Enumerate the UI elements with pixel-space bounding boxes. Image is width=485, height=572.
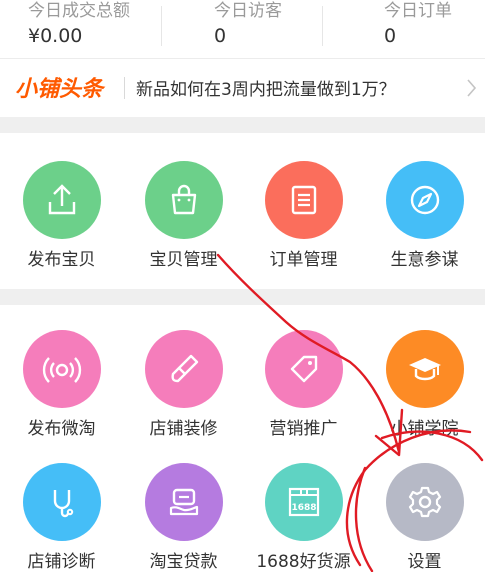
tool-label: 营销推广 (269, 419, 338, 439)
stat-separator (161, 6, 162, 46)
bag-icon[interactable] (145, 161, 223, 239)
stat-sales-label: 今日成交总额 (28, 1, 130, 21)
section-gap (0, 117, 485, 133)
svg-text:1688: 1688 (291, 503, 316, 513)
compass-icon[interactable] (386, 161, 464, 239)
upload-icon[interactable] (23, 161, 101, 239)
tag-icon[interactable] (265, 330, 343, 408)
order-list-icon[interactable] (265, 161, 343, 239)
tool-label: 淘宝贷款 (149, 552, 218, 572)
tool-label: 小铺学院 (390, 419, 459, 439)
chevron-right-icon[interactable] (464, 77, 478, 99)
graduation-cap-icon[interactable] (386, 330, 464, 408)
broadcast-icon[interactable] (23, 330, 101, 408)
gear-icon[interactable] (386, 463, 464, 541)
loan-hand-icon[interactable] (145, 463, 223, 541)
tool-label: 发布宝贝 (27, 250, 96, 270)
stat-orders-value: 0 (384, 25, 397, 47)
tool-label: 生意参谋 (390, 250, 459, 270)
tool-label: 订单管理 (269, 250, 338, 270)
stat-orders-label: 今日订单 (384, 1, 452, 21)
stethoscope-icon[interactable] (23, 463, 101, 541)
news-ticker[interactable]: 小铺头条 新品如何在3周内把流量做到1万？ (0, 59, 485, 117)
tool-label: 店铺诊断 (27, 552, 96, 572)
news-separator (124, 77, 125, 99)
box-1688-icon[interactable]: 1688 (265, 463, 343, 541)
section-gap (0, 289, 485, 305)
stat-visitors-label: 今日访客 (214, 1, 282, 21)
stats-bar: 今日成交总额 ¥0.00 今日访客 0 今日订单 0 (0, 0, 485, 58)
news-headline[interactable]: 新品如何在3周内把流量做到1万？ (136, 75, 396, 100)
stat-separator (322, 6, 323, 46)
brush-icon[interactable] (145, 330, 223, 408)
stat-sales-value: ¥0.00 (28, 25, 83, 47)
tool-label: 店铺装修 (149, 419, 218, 439)
tool-label: 1688好货源 (256, 552, 351, 572)
tool-label: 宝贝管理 (149, 250, 218, 270)
stat-visitors-value: 0 (214, 25, 227, 47)
news-brand-logo: 小铺头条 (15, 77, 106, 102)
tool-label: 设置 (407, 552, 442, 572)
svg-text:小铺头条: 小铺头条 (15, 77, 106, 102)
tool-label: 发布微淘 (27, 419, 96, 439)
